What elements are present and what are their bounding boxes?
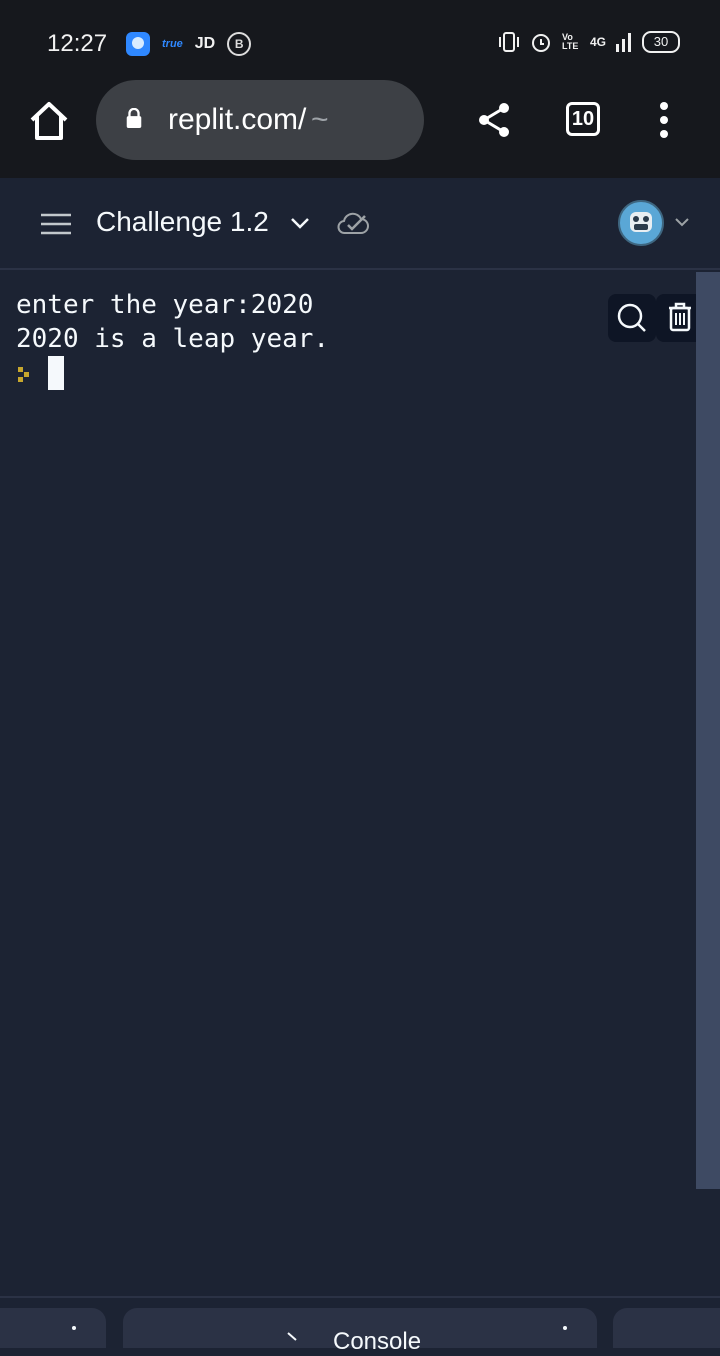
status-bar: 12:27 true JD B Vo LTE 4G 30: [0, 0, 720, 86]
signal-icon: [616, 33, 632, 52]
project-title[interactable]: Challenge 1.2: [96, 206, 269, 238]
console-chevron-icon: [287, 1332, 297, 1341]
b-badge-icon: B: [227, 32, 252, 56]
vibrate-icon: [499, 32, 519, 52]
user-avatar[interactable]: [618, 200, 664, 246]
address-bar[interactable]: replit.com/ ~: [96, 80, 424, 160]
status-time: 12:27: [47, 30, 108, 57]
text-cursor[interactable]: [48, 356, 64, 390]
app-notification-icon: [126, 32, 150, 56]
search-button[interactable]: [608, 294, 656, 342]
prompt-icon: [18, 367, 29, 382]
tab-menu-dot: [563, 1326, 567, 1330]
chevron-down-icon[interactable]: [289, 214, 311, 232]
more-options-icon[interactable]: [652, 100, 676, 144]
avatar-robot-icon: [630, 212, 652, 232]
tab-console[interactable]: Console: [123, 1308, 597, 1355]
status-system-icons: Vo LTE 4G 30: [498, 31, 681, 53]
carrier-jd-logo: JD: [194, 35, 216, 52]
carrier-true-logo: true: [162, 38, 183, 50]
console-line: enter the year:2020: [16, 290, 314, 320]
bottom-tab-bar: Console: [0, 1296, 720, 1355]
console-tab-label: Console: [333, 1328, 422, 1355]
lock-icon: [126, 108, 142, 128]
url-path: ~: [311, 103, 329, 136]
status-notification-icons: true JD B: [126, 32, 252, 56]
url-host: replit.com/: [168, 103, 307, 136]
browser-toolbar: replit.com/ ~ 10: [0, 80, 720, 178]
home-icon[interactable]: [26, 98, 72, 144]
account-chevron-icon[interactable]: [674, 216, 690, 228]
share-icon[interactable]: [474, 98, 514, 142]
battery-icon: 30: [642, 31, 681, 53]
network-type: 4G: [590, 35, 607, 49]
tab-left-pane[interactable]: [0, 1308, 106, 1348]
cloud-check-icon[interactable]: [337, 211, 369, 237]
tab-menu-dot: [72, 1326, 76, 1330]
search-icon: [617, 303, 646, 332]
hamburger-menu-icon[interactable]: [41, 211, 71, 237]
console-output[interactable]: enter the year:2020 2020 is a leap year.: [0, 272, 704, 1296]
repl-header: Challenge 1.2: [0, 178, 720, 270]
tab-right-pane[interactable]: [613, 1308, 720, 1348]
tab-switcher-button[interactable]: 10: [566, 102, 600, 136]
volte-indicator: Vo LTE: [562, 32, 579, 51]
console-scrollbar[interactable]: [696, 272, 720, 1189]
alarm-icon: [532, 34, 550, 52]
console-line: 2020 is a leap year.: [16, 324, 330, 354]
